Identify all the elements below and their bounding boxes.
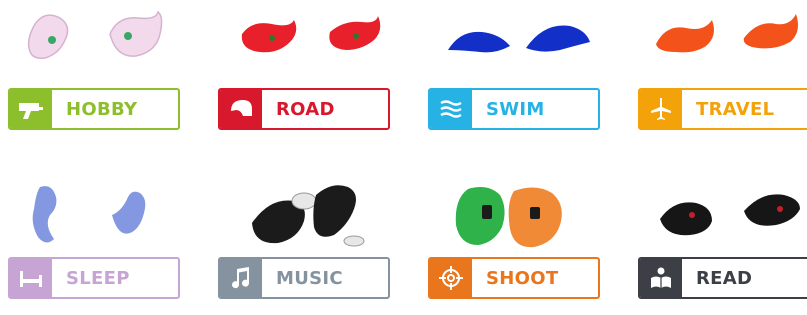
travel-label: TRAVEL <box>696 98 775 120</box>
drill-icon <box>10 90 52 128</box>
swim-label: SWIM <box>486 98 545 120</box>
read-label: READ <box>696 267 753 289</box>
travel-button[interactable]: TRAVEL <box>638 88 807 130</box>
road-label: ROAD <box>276 98 335 120</box>
music-label: MUSIC <box>276 267 343 289</box>
shoot-earplug-image <box>455 187 562 248</box>
music-earplug-image <box>252 185 365 247</box>
bed-icon <box>10 259 52 297</box>
tile-road[interactable]: ROAD <box>210 0 400 150</box>
waves-icon <box>430 90 472 128</box>
music-note-icon <box>220 259 262 297</box>
tile-hobby[interactable]: HOBBY <box>0 0 190 150</box>
airplane-icon <box>640 90 682 128</box>
swim-earplug-image <box>448 25 590 53</box>
hobby-button[interactable]: HOBBY <box>8 88 180 130</box>
tile-sleep[interactable]: SLEEP <box>0 165 190 315</box>
hobby-label: HOBBY <box>66 98 138 120</box>
tile-swim[interactable]: SWIM <box>420 0 610 150</box>
hobby-earplug-image <box>27 10 163 60</box>
helmet-icon <box>220 90 262 128</box>
shoot-label: SHOOT <box>486 267 559 289</box>
read-button[interactable]: READ <box>638 257 807 299</box>
sleep-earplug-image <box>32 186 146 243</box>
swim-button[interactable]: SWIM <box>428 88 600 130</box>
sleep-button[interactable]: SLEEP <box>8 257 180 299</box>
road-earplug-image <box>241 16 381 53</box>
tile-travel[interactable]: TRAVEL <box>630 0 807 150</box>
reader-icon <box>640 259 682 297</box>
travel-earplug-image <box>656 14 798 53</box>
road-button[interactable]: ROAD <box>218 88 390 130</box>
music-button[interactable]: MUSIC <box>218 257 390 299</box>
tile-shoot[interactable]: SHOOT <box>420 165 610 315</box>
tile-music[interactable]: MUSIC <box>210 165 400 315</box>
read-earplug-image <box>660 194 800 236</box>
shoot-button[interactable]: SHOOT <box>428 257 600 299</box>
tile-read[interactable]: READ <box>630 165 807 315</box>
sleep-label: SLEEP <box>66 267 130 289</box>
earplug-category-grid: HOBBY ROAD SWIM TRAVEL SLEEP MUSIC SHOOT… <box>0 0 807 303</box>
crosshair-icon <box>430 259 472 297</box>
